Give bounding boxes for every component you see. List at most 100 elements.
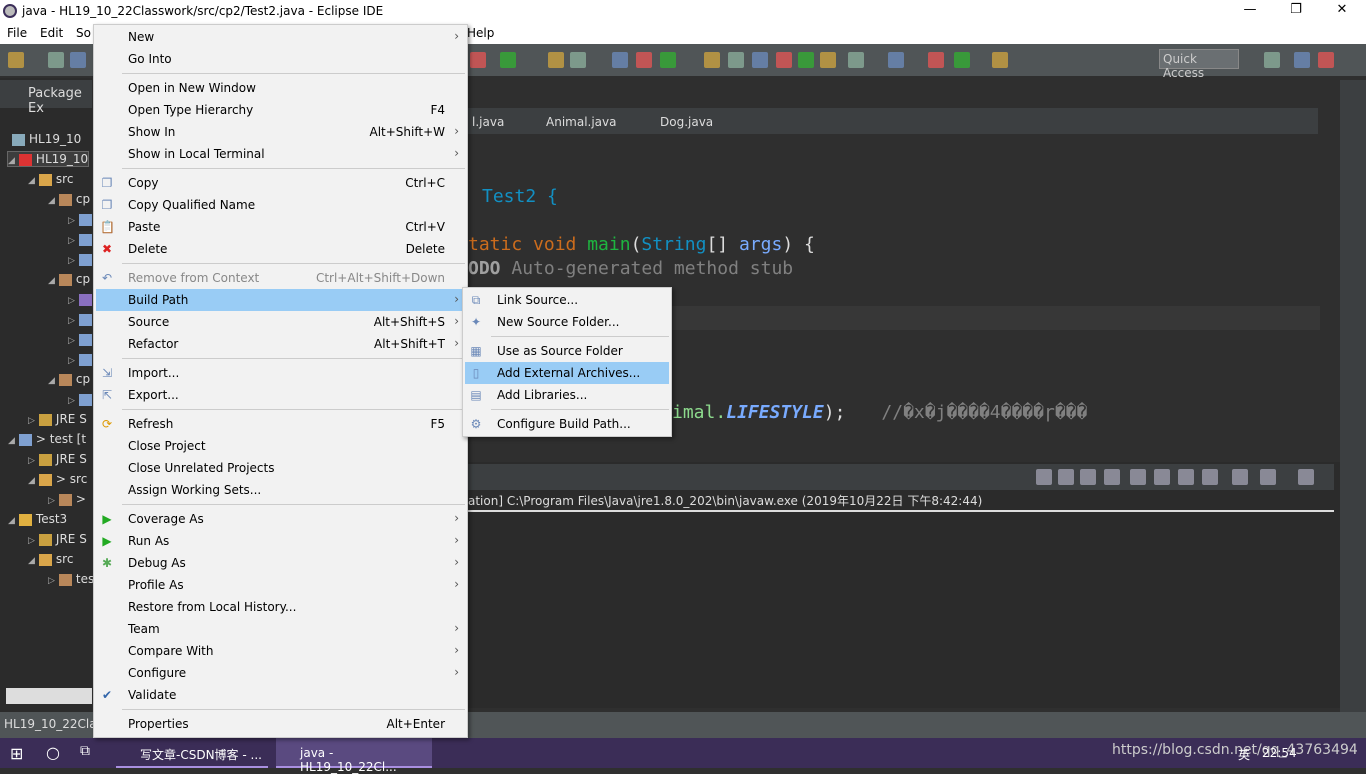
tree-item[interactable]: ◢ Test3 [8,512,67,526]
tree-item[interactable]: ▷ [68,252,96,266]
taskbar-chrome[interactable]: 写文章-CSDN博客 - ... [116,738,268,768]
toolbar-button-icon[interactable] [500,52,516,68]
console-toolbar-button-icon[interactable] [1202,469,1218,485]
tree-item[interactable]: ▷ [68,212,96,226]
clock[interactable]: 22:54 [1262,746,1297,760]
menu-item-copy[interactable]: ❐ Copy Ctrl+C [96,172,465,194]
menu-item-add-libraries[interactable]: ▤ Add Libraries... [465,384,669,406]
toolbar-button-icon[interactable] [636,52,652,68]
menu-item-open-in-new-window[interactable]: Open in New Window [96,77,465,99]
toolbar-button-icon[interactable] [1264,52,1280,68]
menu-item-profile-as[interactable]: Profile As › [96,574,465,596]
tree-item[interactable]: ▷ tes [48,572,94,586]
menu-item-add-external-archives[interactable]: ▯ Add External Archives... [465,362,669,384]
toolbar-button-icon[interactable] [70,52,86,68]
maximize-button[interactable]: ❐ [1276,2,1316,17]
menu-item-new-source-folder[interactable]: ✦ New Source Folder... [465,311,669,333]
expand-toggle-icon[interactable]: ◢ [48,196,55,206]
taskbar-eclipse[interactable]: java - HL19_10_22Cl... [276,738,432,774]
console-toolbar-button-icon[interactable] [1058,469,1074,485]
expand-toggle-icon[interactable]: ▷ [68,256,75,266]
toolbar-button-icon[interactable] [954,52,970,68]
expand-toggle-icon[interactable]: ◢ [8,156,15,166]
tab-animal-java[interactable]: Animal.java [546,115,616,129]
console-toolbar-button-icon[interactable] [1232,469,1248,485]
tree-item[interactable]: ◢ > src [28,472,87,486]
menu-item-properties[interactable]: Properties Alt+Enter [96,713,465,735]
close-button[interactable]: ✕ [1322,2,1362,17]
toolbar-button-icon[interactable] [992,52,1008,68]
expand-toggle-icon[interactable]: ◢ [28,176,35,186]
search-icon[interactable]: ○ [46,743,60,762]
expand-toggle-icon[interactable]: ▷ [28,536,35,546]
toolbar-button-icon[interactable] [820,52,836,68]
toolbar-button-icon[interactable] [752,52,768,68]
menu-edit[interactable]: Edit [40,26,63,40]
minimize-button[interactable]: — [1230,2,1270,17]
menu-item-delete[interactable]: ✖ Delete Delete [96,238,465,260]
expand-toggle-icon[interactable]: ▷ [68,236,75,246]
menu-item-refactor[interactable]: Refactor Alt+Shift+T › [96,333,465,355]
menu-item-close-project[interactable]: Close Project [96,435,465,457]
toolbar-button-icon[interactable] [888,52,904,68]
toolbar-button-icon[interactable] [1318,52,1334,68]
toolbar-button-icon[interactable] [8,52,24,68]
tree-item[interactable]: ◢ cp [48,192,90,206]
toolbar-button-icon[interactable] [776,52,792,68]
expand-toggle-icon[interactable]: ◢ [28,556,35,566]
tree-item[interactable]: ▷ JRE S [28,412,87,426]
menu-item-use-as-source-folder[interactable]: ▦ Use as Source Folder [465,340,669,362]
menu-item-team[interactable]: Team › [96,618,465,640]
expand-toggle-icon[interactable]: ◢ [8,516,15,526]
toolbar-button-icon[interactable] [660,52,676,68]
tree-item[interactable]: ▷ [68,332,96,346]
menu-item-source[interactable]: Source Alt+Shift+S › [96,311,465,333]
tree-item[interactable]: ◢ src [28,552,73,566]
menu-source[interactable]: So [76,26,91,40]
console-toolbar-button-icon[interactable] [1080,469,1096,485]
menu-item-coverage-as[interactable]: ▶ Coverage As › [96,508,465,530]
tree-item[interactable]: HL19_10 [8,132,81,146]
expand-toggle-icon[interactable]: ▷ [68,216,75,226]
menu-item-restore-from-local-history[interactable]: Restore from Local History... [96,596,465,618]
tree-item[interactable]: ▷ [68,352,96,366]
menu-item-open-type-hierarchy[interactable]: Open Type Hierarchy F4 [96,99,465,121]
tree-item[interactable]: ▷ JRE S [28,452,87,466]
tree-item[interactable]: ▷ > [48,492,86,506]
menu-item-show-in-local-terminal[interactable]: Show in Local Terminal › [96,143,465,165]
menu-item-copy-qualified-name[interactable]: ❐ Copy Qualified Name [96,194,465,216]
expand-toggle-icon[interactable]: ▷ [68,396,75,406]
expand-toggle-icon[interactable]: ◢ [8,436,15,446]
menu-item-build-path[interactable]: Build Path › [96,289,465,311]
tree-item[interactable]: ▷ [68,312,96,326]
tree-item[interactable]: ◢ src [28,172,73,186]
package-explorer-title[interactable]: Package Ex [28,86,92,116]
console-toolbar-button-icon[interactable] [1104,469,1120,485]
expand-toggle-icon[interactable]: ▷ [68,356,75,366]
console-toolbar-button-icon[interactable] [1178,469,1194,485]
expand-toggle-icon[interactable]: ▷ [28,456,35,466]
toolbar-button-icon[interactable] [704,52,720,68]
windows-start-icon[interactable]: ⊞ [10,744,23,763]
horizontal-scrollbar[interactable] [6,688,92,704]
toolbar-button-icon[interactable] [928,52,944,68]
expand-toggle-icon[interactable]: ▷ [28,416,35,426]
expand-toggle-icon[interactable]: ◢ [48,276,55,286]
tree-item[interactable]: ◢ > test [t [8,432,86,446]
tree-item[interactable]: ◢ cp [48,372,90,386]
console-toolbar-button-icon[interactable] [1154,469,1170,485]
menu-item-assign-working-sets[interactable]: Assign Working Sets... [96,479,465,501]
menu-item-paste[interactable]: 📋 Paste Ctrl+V [96,216,465,238]
menu-item-link-source[interactable]: ⧉ Link Source... [465,289,669,311]
toolbar-button-icon[interactable] [1294,52,1310,68]
task-view-icon[interactable]: ⧉ [80,743,90,759]
toolbar-button-icon[interactable] [612,52,628,68]
tree-item[interactable]: ▷ [68,232,96,246]
toolbar-button-icon[interactable] [848,52,864,68]
tree-item[interactable]: ▷ [68,392,96,406]
console-toolbar-button-icon[interactable] [1298,469,1314,485]
menu-help[interactable]: Help [467,26,494,40]
toolbar-button-icon[interactable] [798,52,814,68]
toolbar-button-icon[interactable] [548,52,564,68]
toolbar-button-icon[interactable] [470,52,486,68]
